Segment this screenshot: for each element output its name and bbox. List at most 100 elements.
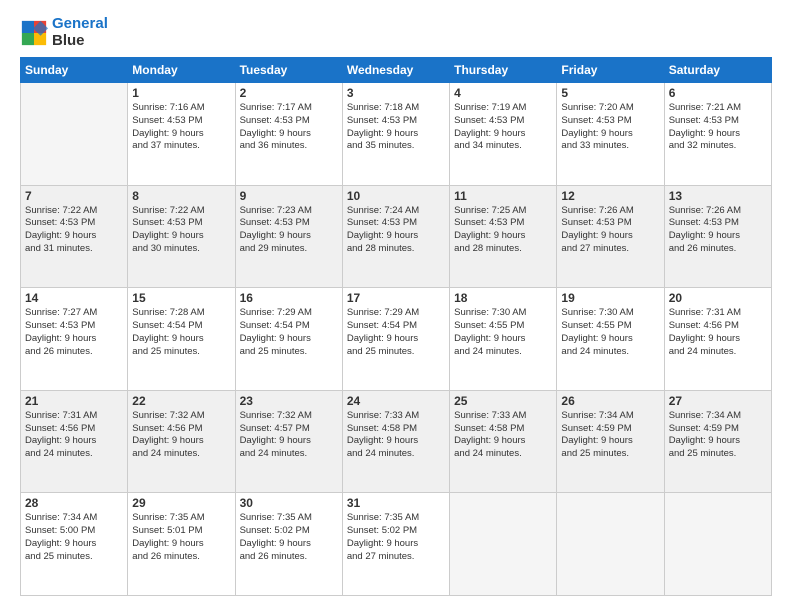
calendar-cell: 2 Sunrise: 7:17 AM Sunset: 4:53 PM Daylig…	[235, 83, 342, 186]
col-header-monday: Monday	[128, 58, 235, 83]
day-number: 15	[132, 291, 230, 305]
day-number: 25	[454, 394, 552, 408]
day-number: 22	[132, 394, 230, 408]
day-number: 31	[347, 496, 445, 510]
calendar-cell	[557, 493, 664, 596]
day-info: Sunrise: 7:35 AM Sunset: 5:02 PM Dayligh…	[240, 512, 338, 563]
calendar-cell: 19 Sunrise: 7:30 AM Sunset: 4:55 PM Dayli…	[557, 288, 664, 391]
calendar-cell: 13Sunrise: 7:26 AM Sunset: 4:53 PM Dayli…	[664, 185, 771, 288]
day-info: Sunrise: 7:18 AM Sunset: 4:53 PM Dayligh…	[347, 102, 445, 153]
col-header-thursday: Thursday	[450, 58, 557, 83]
day-number: 27	[669, 394, 767, 408]
calendar-cell: 29 Sunrise: 7:35 AM Sunset: 5:01 PM Dayli…	[128, 493, 235, 596]
day-number: 3	[347, 86, 445, 100]
day-number: 11	[454, 189, 552, 203]
calendar-cell: 21 Sunrise: 7:31 AM Sunset: 4:56 PM Dayli…	[21, 390, 128, 493]
day-number: 18	[454, 291, 552, 305]
calendar-cell: 9 Sunrise: 7:23 AM Sunset: 4:53 PM Daylig…	[235, 185, 342, 288]
day-info: Sunrise: 7:22 AM Sunset: 4:53 PM Dayligh…	[132, 205, 230, 256]
day-info: Sunrise: 7:16 AM Sunset: 4:53 PM Dayligh…	[132, 102, 230, 153]
calendar-cell: 22Sunrise: 7:32 AM Sunset: 4:56 PM Dayli…	[128, 390, 235, 493]
day-number: 20	[669, 291, 767, 305]
day-info: Sunrise: 7:17 AM Sunset: 4:53 PM Dayligh…	[240, 102, 338, 153]
day-number: 17	[347, 291, 445, 305]
day-number: 30	[240, 496, 338, 510]
logo-icon	[20, 19, 48, 47]
logo: General Blue	[20, 16, 108, 49]
col-header-saturday: Saturday	[664, 58, 771, 83]
calendar-cell: 1 Sunrise: 7:16 AM Sunset: 4:53 PM Daylig…	[128, 83, 235, 186]
calendar-cell: 7 Sunrise: 7:22 AM Sunset: 4:53 PM Daylig…	[21, 185, 128, 288]
header: General Blue	[20, 16, 772, 49]
day-info: Sunrise: 7:22 AM Sunset: 4:53 PM Dayligh…	[25, 205, 123, 256]
calendar-cell: 3 Sunrise: 7:18 AM Sunset: 4:53 PM Daylig…	[342, 83, 449, 186]
day-number: 14	[25, 291, 123, 305]
calendar-cell: 12 Sunrise: 7:26 AM Sunset: 4:53 PM Dayli…	[557, 185, 664, 288]
day-info: Sunrise: 7:35 AM Sunset: 5:02 PM Dayligh…	[347, 512, 445, 563]
day-info: Sunrise: 7:31 AM Sunset: 4:56 PM Dayligh…	[25, 410, 123, 461]
calendar-cell: 25Sunrise: 7:33 AM Sunset: 4:58 PM Dayli…	[450, 390, 557, 493]
logo-text: General Blue	[52, 16, 108, 49]
col-header-wednesday: Wednesday	[342, 58, 449, 83]
calendar-cell: 10 Sunrise: 7:24 AM Sunset: 4:53 PM Dayli…	[342, 185, 449, 288]
calendar-cell	[21, 83, 128, 186]
day-number: 10	[347, 189, 445, 203]
day-info: Sunrise: 7:26 AM Sunset: 4:53 PM Dayligh…	[669, 205, 767, 256]
day-number: 26	[561, 394, 659, 408]
day-info: Sunrise: 7:30 AM Sunset: 4:55 PM Dayligh…	[561, 307, 659, 358]
col-header-friday: Friday	[557, 58, 664, 83]
day-info: Sunrise: 7:28 AM Sunset: 4:54 PM Dayligh…	[132, 307, 230, 358]
day-info: Sunrise: 7:34 AM Sunset: 4:59 PM Dayligh…	[669, 410, 767, 461]
col-header-tuesday: Tuesday	[235, 58, 342, 83]
day-number: 24	[347, 394, 445, 408]
calendar-cell: 14 Sunrise: 7:27 AM Sunset: 4:53 PM Dayli…	[21, 288, 128, 391]
calendar-cell: 16 Sunrise: 7:29 AM Sunset: 4:54 PM Dayli…	[235, 288, 342, 391]
calendar-cell: 20 Sunrise: 7:31 AM Sunset: 4:56 PM Dayli…	[664, 288, 771, 391]
day-number: 21	[25, 394, 123, 408]
day-info: Sunrise: 7:25 AM Sunset: 4:53 PM Dayligh…	[454, 205, 552, 256]
calendar-cell: 15 Sunrise: 7:28 AM Sunset: 4:54 PM Dayli…	[128, 288, 235, 391]
calendar-table: SundayMondayTuesdayWednesdayThursdayFrid…	[20, 57, 772, 596]
calendar-cell: 26 Sunrise: 7:34 AM Sunset: 4:59 PM Dayli…	[557, 390, 664, 493]
calendar-cell	[664, 493, 771, 596]
col-header-sunday: Sunday	[21, 58, 128, 83]
day-info: Sunrise: 7:27 AM Sunset: 4:53 PM Dayligh…	[25, 307, 123, 358]
calendar-cell: 28 Sunrise: 7:34 AM Sunset: 5:00 PM Dayli…	[21, 493, 128, 596]
calendar-cell: 17 Sunrise: 7:29 AM Sunset: 4:54 PM Dayli…	[342, 288, 449, 391]
day-info: Sunrise: 7:35 AM Sunset: 5:01 PM Dayligh…	[132, 512, 230, 563]
day-number: 4	[454, 86, 552, 100]
day-number: 28	[25, 496, 123, 510]
day-info: Sunrise: 7:23 AM Sunset: 4:53 PM Dayligh…	[240, 205, 338, 256]
day-info: Sunrise: 7:21 AM Sunset: 4:53 PM Dayligh…	[669, 102, 767, 153]
calendar-cell: 8 Sunrise: 7:22 AM Sunset: 4:53 PM Daylig…	[128, 185, 235, 288]
day-number: 19	[561, 291, 659, 305]
day-number: 6	[669, 86, 767, 100]
calendar-cell: 6 Sunrise: 7:21 AM Sunset: 4:53 PM Daylig…	[664, 83, 771, 186]
day-info: Sunrise: 7:24 AM Sunset: 4:53 PM Dayligh…	[347, 205, 445, 256]
day-info: Sunrise: 7:34 AM Sunset: 4:59 PM Dayligh…	[561, 410, 659, 461]
day-info: Sunrise: 7:34 AM Sunset: 5:00 PM Dayligh…	[25, 512, 123, 563]
day-number: 23	[240, 394, 338, 408]
calendar-cell: 30 Sunrise: 7:35 AM Sunset: 5:02 PM Dayli…	[235, 493, 342, 596]
day-info: Sunrise: 7:29 AM Sunset: 4:54 PM Dayligh…	[240, 307, 338, 358]
day-number: 29	[132, 496, 230, 510]
day-number: 12	[561, 189, 659, 203]
day-number: 2	[240, 86, 338, 100]
calendar-cell: 11 Sunrise: 7:25 AM Sunset: 4:53 PM Dayli…	[450, 185, 557, 288]
day-number: 16	[240, 291, 338, 305]
day-info: Sunrise: 7:26 AM Sunset: 4:53 PM Dayligh…	[561, 205, 659, 256]
day-number: 5	[561, 86, 659, 100]
day-number: 8	[132, 189, 230, 203]
calendar-cell: 31 Sunrise: 7:35 AM Sunset: 5:02 PM Dayli…	[342, 493, 449, 596]
day-info: Sunrise: 7:32 AM Sunset: 4:57 PM Dayligh…	[240, 410, 338, 461]
day-number: 1	[132, 86, 230, 100]
day-number: 9	[240, 189, 338, 203]
calendar-cell: 18Sunrise: 7:30 AM Sunset: 4:55 PM Dayli…	[450, 288, 557, 391]
day-number: 7	[25, 189, 123, 203]
day-info: Sunrise: 7:31 AM Sunset: 4:56 PM Dayligh…	[669, 307, 767, 358]
calendar-cell	[450, 493, 557, 596]
calendar-cell: 23 Sunrise: 7:32 AM Sunset: 4:57 PM Dayli…	[235, 390, 342, 493]
day-info: Sunrise: 7:33 AM Sunset: 4:58 PM Dayligh…	[347, 410, 445, 461]
calendar-cell: 24 Sunrise: 7:33 AM Sunset: 4:58 PM Dayli…	[342, 390, 449, 493]
day-info: Sunrise: 7:29 AM Sunset: 4:54 PM Dayligh…	[347, 307, 445, 358]
